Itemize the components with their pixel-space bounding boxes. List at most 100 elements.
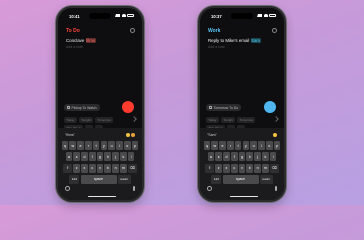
key-e[interactable]: e — [77, 141, 84, 151]
key-h[interactable]: h — [104, 152, 112, 162]
key-e[interactable]: e — [219, 141, 226, 151]
key-x[interactable]: x — [81, 163, 88, 173]
space-key[interactable]: space — [80, 174, 117, 184]
key-row-1: q w e r t y u i o p — [202, 141, 282, 151]
key-f[interactable]: f — [230, 152, 238, 162]
signal-icon — [115, 14, 120, 17]
emoji-icon[interactable] — [273, 132, 277, 137]
key-k[interactable]: k — [262, 152, 269, 162]
key-p[interactable]: p — [131, 141, 139, 151]
key-w[interactable]: w — [211, 141, 219, 151]
numbers-key[interactable]: 123 — [69, 174, 80, 184]
more-options-icon[interactable] — [272, 28, 277, 33]
key-j[interactable]: j — [254, 152, 261, 162]
key-o[interactable]: o — [265, 141, 273, 151]
battery-icon — [127, 14, 134, 17]
key-g[interactable]: g — [238, 152, 246, 162]
list-title[interactable]: To Do — [66, 28, 80, 34]
key-m[interactable]: m — [262, 163, 269, 173]
emoji-icon[interactable] — [131, 132, 135, 137]
space-key[interactable]: space — [222, 174, 259, 184]
key-v[interactable]: v — [238, 163, 246, 173]
key-d[interactable]: d — [81, 152, 88, 162]
keyboard: "Sam" q w e r t y u i o p a s d f g h j … — [200, 128, 284, 200]
shift-key[interactable]: ⇧ — [63, 163, 73, 173]
key-a[interactable]: a — [207, 152, 215, 162]
notes-field[interactable]: Add a note — [208, 45, 225, 49]
key-n[interactable]: n — [112, 163, 119, 173]
backspace-key[interactable]: ⌫ — [127, 163, 137, 173]
add-task-button[interactable] — [264, 101, 276, 113]
key-z[interactable]: z — [73, 163, 80, 173]
key-u[interactable]: u — [250, 141, 257, 151]
key-f[interactable]: f — [88, 152, 96, 162]
key-k[interactable]: k — [120, 152, 127, 162]
key-c[interactable]: c — [88, 163, 96, 173]
backspace-key[interactable]: ⌫ — [269, 163, 279, 173]
key-v[interactable]: v — [96, 163, 104, 173]
key-l[interactable]: l — [127, 152, 135, 162]
key-h[interactable]: h — [246, 152, 254, 162]
task-title-field[interactable]: Reply to Mike's email Sam — [208, 38, 261, 43]
emoji-keyboard-icon[interactable] — [207, 186, 212, 191]
key-s[interactable]: s — [215, 152, 222, 162]
microphone-icon[interactable] — [274, 186, 277, 191]
chip-tomorrow[interactable]: Tomorrow — [95, 116, 114, 123]
microphone-icon[interactable] — [132, 186, 135, 191]
chip-today[interactable]: Today — [206, 116, 219, 123]
key-q[interactable]: q — [203, 141, 211, 151]
status-indicators — [257, 14, 276, 17]
key-b[interactable]: b — [246, 163, 254, 173]
key-j[interactable]: j — [112, 152, 119, 162]
key-y[interactable]: y — [100, 141, 108, 151]
emoji-icon[interactable] — [125, 132, 130, 137]
suggestion-word[interactable]: "films" — [65, 133, 75, 137]
list-chip[interactable]: Tomorrow To Do — [206, 104, 242, 111]
task-title-field[interactable]: Conclave films — [66, 38, 96, 43]
key-m[interactable]: m — [120, 163, 127, 173]
key-row-2: a s d f g h j k l — [202, 152, 282, 162]
add-task-button[interactable] — [122, 101, 134, 113]
key-t[interactable]: t — [234, 141, 242, 151]
key-r[interactable]: r — [85, 141, 92, 151]
key-row-2: a s d f g h j k l — [60, 152, 140, 162]
key-w[interactable]: w — [69, 141, 77, 151]
key-q[interactable]: q — [61, 141, 69, 151]
key-a[interactable]: a — [65, 152, 73, 162]
chip-tomorrow[interactable]: Tomorrow — [237, 116, 256, 123]
list-icon — [67, 106, 70, 109]
key-i[interactable]: i — [116, 141, 123, 151]
chip-tonight[interactable]: Tonight — [78, 116, 94, 123]
key-y[interactable]: y — [242, 141, 250, 151]
key-i[interactable]: i — [258, 141, 265, 151]
list-title[interactable]: Work — [208, 28, 220, 34]
key-o[interactable]: o — [123, 141, 131, 151]
numbers-key[interactable]: 123 — [211, 174, 222, 184]
key-x[interactable]: x — [223, 163, 230, 173]
key-s[interactable]: s — [73, 152, 80, 162]
more-options-icon[interactable] — [130, 28, 135, 33]
key-t[interactable]: t — [92, 141, 100, 151]
chip-today[interactable]: Today — [64, 116, 77, 123]
shift-key[interactable]: ⇧ — [205, 163, 215, 173]
key-l[interactable]: l — [269, 152, 277, 162]
return-key[interactable]: return — [259, 174, 273, 184]
key-d[interactable]: d — [223, 152, 230, 162]
suggestion-word[interactable]: "Sam" — [207, 133, 217, 137]
key-b[interactable]: b — [104, 163, 112, 173]
key-row-3: ⇧ z x c v b n m ⌫ — [60, 163, 140, 173]
key-r[interactable]: r — [227, 141, 234, 151]
key-c[interactable]: c — [230, 163, 238, 173]
key-n[interactable]: n — [254, 163, 261, 173]
key-p[interactable]: p — [273, 141, 281, 151]
notes-field[interactable]: Add a note — [66, 45, 83, 49]
key-u[interactable]: u — [108, 141, 115, 151]
emoji-keyboard-icon[interactable] — [65, 186, 70, 191]
list-chip[interactable]: Pickup To Watch — [64, 104, 100, 111]
chip-tonight[interactable]: Tonight — [220, 116, 236, 123]
list-chip-label: Pickup To Watch — [71, 105, 97, 110]
return-key[interactable]: return — [117, 174, 131, 184]
suggestion-bar: "Sam" — [202, 130, 282, 139]
key-z[interactable]: z — [215, 163, 222, 173]
key-g[interactable]: g — [96, 152, 104, 162]
